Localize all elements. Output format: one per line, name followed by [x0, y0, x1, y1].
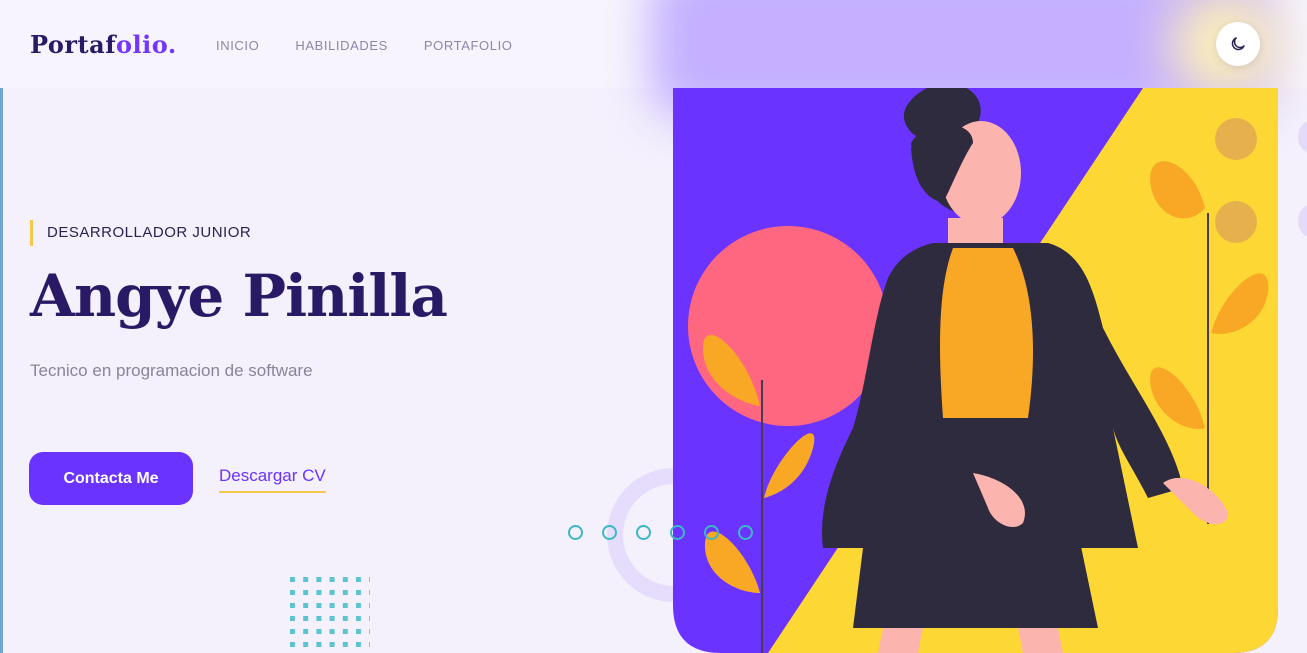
carousel-dot[interactable]: [704, 525, 719, 540]
decorative-dot-grid: [290, 577, 370, 653]
nav-inicio[interactable]: INICIO: [216, 38, 259, 53]
carousel-dot[interactable]: [738, 525, 753, 540]
theme-toggle-button[interactable]: [1216, 22, 1260, 66]
hero-subtitle: Tecnico en programacion de software: [30, 361, 313, 380]
carousel-dot[interactable]: [568, 525, 583, 540]
logo-main-text: Portaf: [30, 30, 117, 59]
site-header: Portafolio. INICIO HABILIDADES PORTAFOLI…: [0, 0, 1307, 120]
contact-button[interactable]: Contacta Me: [29, 452, 193, 505]
moon-icon: [1231, 37, 1245, 51]
logo-accent-text: olio.: [116, 30, 177, 59]
carousel-dot[interactable]: [602, 525, 617, 540]
deco-dot-1: [1215, 118, 1257, 160]
top: [940, 248, 1033, 418]
download-cv-link[interactable]: Descargar CV: [219, 466, 326, 493]
side-decoration-1: [1298, 120, 1307, 154]
window-edge: [0, 0, 3, 653]
hero-illustration: [673, 88, 1278, 653]
hero-name: Angye Pinilla: [30, 262, 448, 330]
nav-portafolio[interactable]: PORTAFOLIO: [424, 38, 513, 53]
nav-habilidades[interactable]: HABILIDADES: [295, 38, 388, 53]
left-leg: [878, 628, 923, 653]
site-logo[interactable]: Portafolio.: [30, 30, 177, 59]
carousel-dot[interactable]: [670, 525, 685, 540]
side-decoration-2: [1298, 204, 1307, 238]
right-leg: [1018, 628, 1063, 653]
carousel-dots: [568, 525, 753, 540]
carousel-dot[interactable]: [636, 525, 651, 540]
skirt: [853, 508, 1098, 628]
deco-dot-2: [1215, 201, 1257, 243]
coral-circle: [688, 226, 888, 426]
hero-role: DESARROLLADOR JUNIOR: [30, 220, 251, 246]
main-nav: INICIO HABILIDADES PORTAFOLIO: [216, 38, 513, 53]
